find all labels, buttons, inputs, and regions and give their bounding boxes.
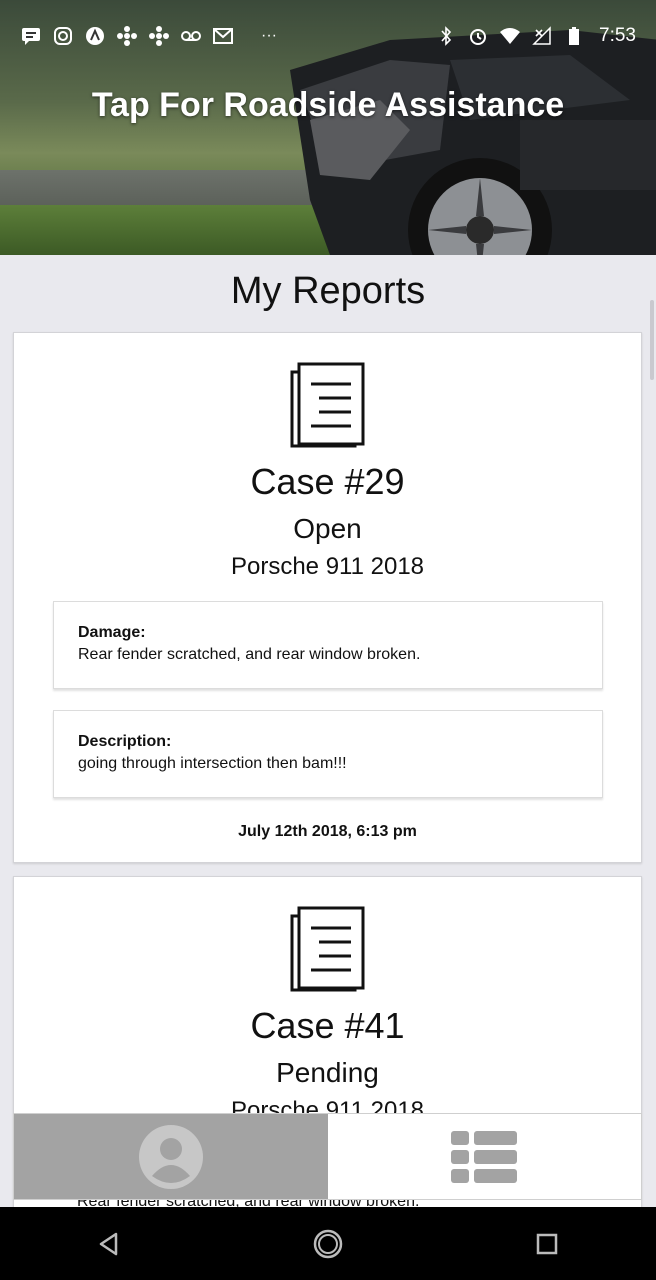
case-number: Case #29 [250,461,405,502]
more-dots-icon: ··· [261,27,277,44]
back-icon [100,1232,118,1255]
gmail-icon [212,26,234,46]
system-nav-bar [0,1207,656,1280]
case-status: Open [293,513,362,544]
damage-text: Rear fender scratched, and rear window b… [78,646,421,663]
instagram-icon [52,26,74,46]
home-icon [313,1229,343,1258]
document-icon [290,362,365,448]
list-view-icon [451,1130,518,1183]
clock-time: 7:53 [599,25,636,46]
tab-profile[interactable] [14,1114,328,1199]
damage-label: Damage: [78,624,146,641]
battery-icon [563,26,585,46]
home-button[interactable] [298,1214,358,1274]
document-icon [290,906,365,992]
cbc-icon [116,26,138,46]
back-button[interactable] [79,1214,139,1274]
no-signal-icon [531,26,553,46]
message-icon [20,26,42,46]
case-number: Case #41 [250,1005,405,1046]
profile-icon [138,1124,203,1189]
status-bar: ··· 7:53 [0,0,656,72]
voicemail-icon [180,26,202,46]
cbc-icon [148,26,170,46]
wifi-icon [499,26,521,46]
tab-list[interactable] [328,1114,642,1199]
description-box: Description: going through intersection … [53,710,603,798]
recents-icon [536,1233,557,1254]
bluetooth-icon [435,26,457,46]
case-vehicle: Porsche 911 2018 [230,553,425,580]
page-title: My Reports [230,270,426,312]
app-a-icon [84,26,106,46]
case-date: July 12th 2018, 6:13 pm [238,823,417,840]
case-status: Pending [276,1057,379,1088]
alarm-icon [467,26,489,46]
description-text: going through intersection then bam!!! [78,755,347,772]
banner-title: Tap For Roadside Assistance [91,86,565,124]
recents-button[interactable] [517,1214,577,1274]
description-label: Description: [78,733,172,750]
bottom-tab-bar [13,1113,642,1200]
scrollbar[interactable] [650,300,654,380]
damage-box: Damage: Rear fender scratched, and rear … [53,601,603,689]
report-card[interactable]: Case #29 Open Porsche 911 2018 Damage: R… [13,332,642,863]
